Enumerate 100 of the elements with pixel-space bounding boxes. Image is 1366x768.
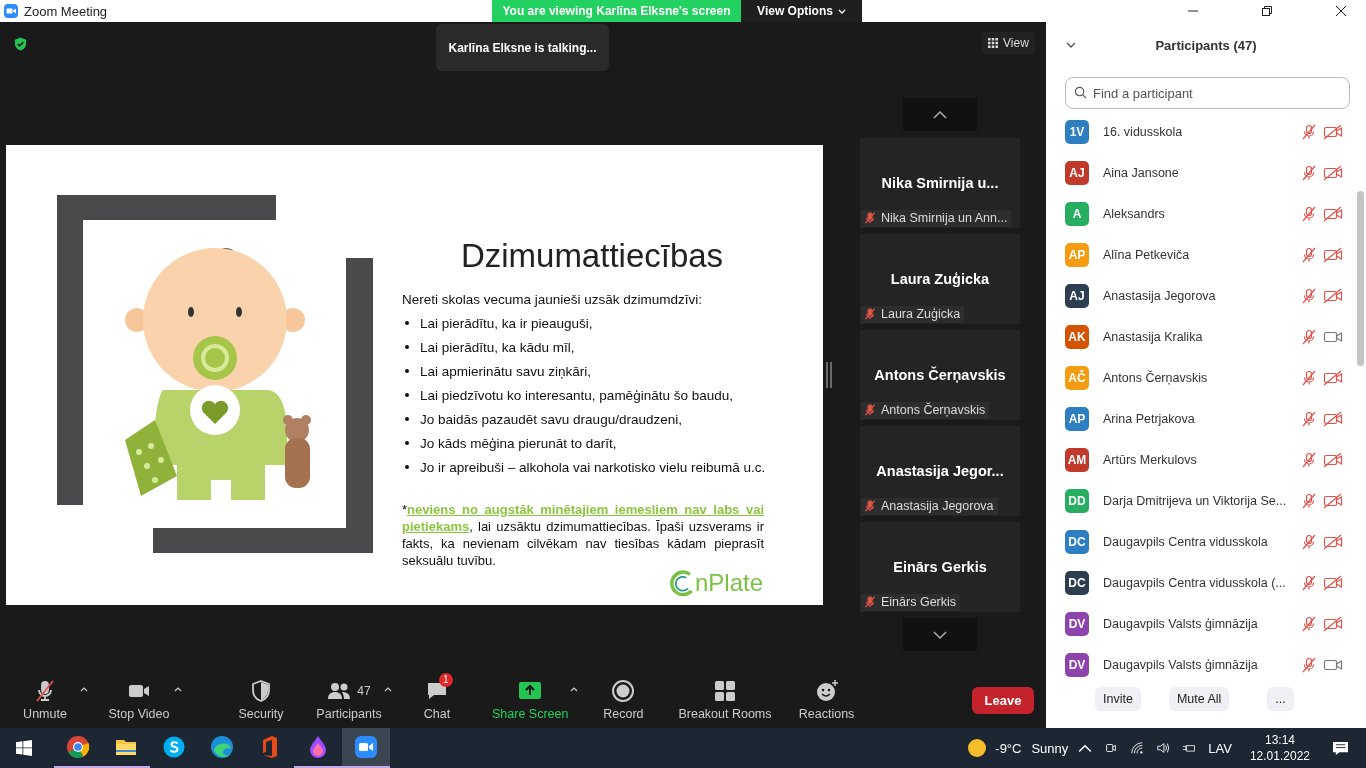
restore-icon[interactable]: [1261, 5, 1273, 17]
shield-icon: [249, 679, 273, 703]
camera-icon[interactable]: [1104, 741, 1119, 755]
microphone-icon[interactable]: [1301, 369, 1317, 386]
participant-name: Alīna Petkeviča: [1103, 247, 1191, 262]
mic-tool-button[interactable]: Unmute: [8, 673, 82, 727]
participant-row[interactable]: AJ Aina Jansone: [1046, 152, 1366, 193]
microphone-icon[interactable]: [1301, 205, 1317, 222]
participant-name: Aleksandrs: [1103, 206, 1166, 221]
notifications-icon[interactable]: [1332, 740, 1349, 756]
microphone-icon[interactable]: [1301, 246, 1317, 263]
share-tool-button[interactable]: Share Screen: [488, 673, 573, 727]
speaker-icon[interactable]: [1156, 741, 1171, 755]
microphone-icon[interactable]: [1301, 328, 1317, 345]
bullet-text: Jo kāds mēģina pierunāt to darīt,: [420, 435, 617, 451]
video-camera-icon[interactable]: [1323, 451, 1343, 468]
sun-icon[interactable]: [967, 738, 988, 758]
participant-row[interactable]: AK Anastasija Kralika: [1046, 316, 1366, 357]
view-options-button[interactable]: View Options: [741, 0, 862, 22]
panel-button[interactable]: Invite: [1095, 687, 1141, 711]
zoom-app-icon[interactable]: [342, 728, 390, 768]
clock[interactable]: 13:14 12.01.2022: [1249, 732, 1310, 764]
bullet-icon: [405, 441, 409, 445]
microphone-icon[interactable]: [1301, 164, 1317, 181]
bullet-text: Lai pierādītu, ka kādu mīl,: [420, 339, 575, 355]
participant-row[interactable]: AM Artūrs Merkulovs: [1046, 439, 1366, 480]
participant-row[interactable]: DC Daugavpils Centra vidusskola (...: [1046, 562, 1366, 603]
participant-row[interactable]: DD Darja Dmitrijeva un Viktorija Se...: [1046, 480, 1366, 521]
breakout-tool-button[interactable]: Breakout Rooms: [674, 673, 776, 727]
video-camera-icon[interactable]: [1323, 164, 1343, 181]
microphone-icon[interactable]: [1301, 123, 1317, 140]
video-tile[interactable]: Nika Smirnija u... Nika Smirnija un Ann...: [860, 138, 1020, 228]
avatar: DC: [1065, 529, 1089, 554]
participant-name: Anastasija Jegorova: [1103, 288, 1217, 303]
tile-name: Anastasija Jegor...: [876, 463, 1004, 479]
view-button[interactable]: View: [982, 32, 1035, 54]
avatar: DD: [1065, 488, 1089, 513]
video-camera-icon[interactable]: [1323, 574, 1343, 591]
participant-row[interactable]: DV Daugavpils Valsts ģimnāzija: [1046, 644, 1366, 685]
shield-check-icon[interactable]: [13, 36, 28, 52]
reactions-tool-button[interactable]: Reactions: [789, 673, 864, 727]
participant-row[interactable]: AJ Anastasija Jegorova: [1046, 275, 1366, 316]
video-camera-icon[interactable]: [1323, 205, 1343, 222]
caret-up-icon[interactable]: [174, 687, 182, 692]
participants-tool-button[interactable]: 47 Participants: [312, 673, 386, 727]
caret-up-icon[interactable]: [384, 687, 392, 692]
participant-row[interactable]: AČ Antons Čerņavskis: [1046, 357, 1366, 398]
video-camera-icon[interactable]: [1323, 246, 1343, 263]
video-camera-icon[interactable]: [1323, 533, 1343, 550]
participant-row[interactable]: DV Daugavpils Valsts ģimnāzija: [1046, 603, 1366, 644]
microphone-icon[interactable]: [1301, 287, 1317, 304]
video-camera-icon[interactable]: [1323, 410, 1343, 427]
video-camera-icon[interactable]: [1323, 492, 1343, 509]
participant-row[interactable]: 1V 16. vidusskola: [1046, 111, 1366, 152]
participant-name: Einārs Gerkis: [881, 595, 957, 609]
video-camera-icon[interactable]: [1323, 369, 1343, 386]
microphone-icon[interactable]: [1301, 615, 1317, 632]
chat-tool-button[interactable]: 1 Chat: [400, 673, 474, 727]
scrollbar-thumb[interactable]: [1357, 191, 1364, 366]
video-camera-icon[interactable]: [1323, 615, 1343, 632]
microphone-icon[interactable]: [1301, 574, 1317, 591]
chevron-down-icon[interactable]: [1066, 42, 1076, 48]
smiley-plus-icon: [814, 679, 839, 703]
wifi-icon[interactable]: [1130, 741, 1145, 755]
microphone-icon[interactable]: [1301, 656, 1317, 673]
avatar: DC: [1065, 570, 1089, 595]
close-icon[interactable]: [1335, 5, 1347, 17]
avatar: AP: [1065, 406, 1089, 431]
microphone-icon[interactable]: [1301, 451, 1317, 468]
weather-text[interactable]: Sunny: [1031, 740, 1069, 756]
avatar: AČ: [1065, 365, 1089, 390]
security-tool-button[interactable]: Security: [224, 673, 298, 727]
caret-up-icon[interactable]: [570, 687, 579, 692]
microphone-icon[interactable]: [1301, 410, 1317, 427]
video-tool-button[interactable]: Stop Video: [102, 673, 176, 727]
participant-row[interactable]: DC Daugavpils Centra vidusskola: [1046, 521, 1366, 562]
record-tool-button[interactable]: Record: [586, 673, 661, 727]
participant-row[interactable]: A Aleksandrs: [1046, 193, 1366, 234]
microphone-icon[interactable]: [1301, 492, 1317, 509]
bullet-icon: [405, 321, 409, 325]
video-camera-icon[interactable]: [1323, 287, 1343, 304]
panel-button[interactable]: Mute All: [1168, 687, 1230, 711]
search-field[interactable]: Find a participant: [1065, 77, 1350, 109]
video-tile[interactable]: Einārs Gerkis Einārs Gerkis: [860, 522, 1020, 612]
leave-button[interactable]: Leave: [972, 686, 1034, 714]
video-tile[interactable]: Laura Zuģicka Laura Zuģicka: [860, 234, 1020, 324]
participant-row[interactable]: AP Alīna Petkeviča: [1046, 234, 1366, 275]
avatar: AJ: [1065, 160, 1089, 185]
microphone-icon[interactable]: [1301, 533, 1317, 550]
video-camera-icon[interactable]: [1323, 123, 1343, 140]
video-tile[interactable]: Anastasija Jegor... Anastasija Jegorova: [860, 426, 1020, 516]
language-indicator[interactable]: LAV: [1208, 740, 1232, 756]
windows-start-icon[interactable]: [16, 740, 32, 756]
caret-up-icon[interactable]: [80, 687, 88, 692]
resize-handle-icon[interactable]: [826, 362, 832, 388]
panel-button[interactable]: ...: [1267, 687, 1294, 711]
participant-name: Daugavpils Centra vidusskola: [1103, 534, 1269, 549]
video-tile[interactable]: Antons Čerņavskis Antons Čerņavskis: [860, 330, 1020, 420]
temperature[interactable]: -9°C: [995, 740, 1022, 756]
participant-row[interactable]: AP Arina Petrjakova: [1046, 398, 1366, 439]
